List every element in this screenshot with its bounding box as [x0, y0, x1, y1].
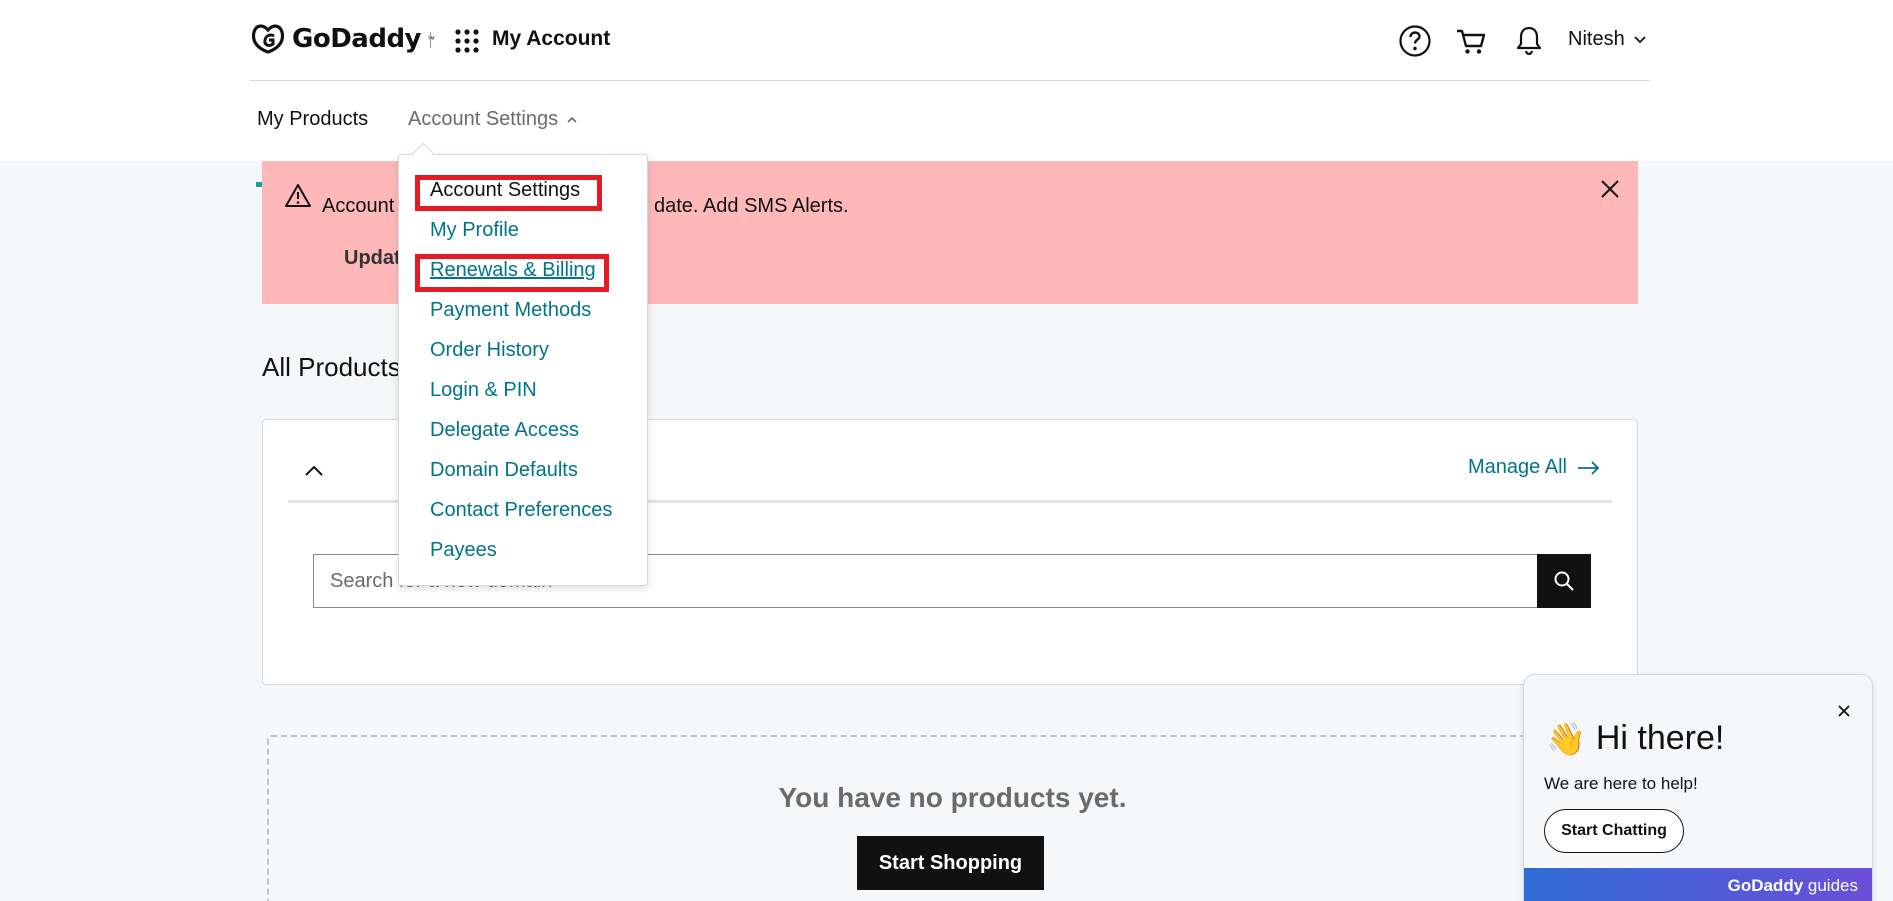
chat-subtitle: We are here to help! — [1544, 774, 1698, 793]
app-title: My Account — [492, 27, 611, 50]
chat-title: Hi there! — [1595, 719, 1725, 757]
help-icon[interactable] — [1398, 24, 1432, 58]
alert-message-start: Account — [322, 195, 395, 217]
menu-item-delegate-access[interactable]: Delegate Access — [430, 419, 579, 442]
menu-item-my-profile[interactable]: My Profile — [430, 219, 519, 242]
chat-footer-brand: GoDaddy guides — [1728, 876, 1858, 896]
alert-update-link[interactable]: Updat — [344, 247, 401, 270]
menu-item-order-history[interactable]: Order History — [430, 339, 549, 362]
tab-account-settings[interactable]: Account Settings — [408, 108, 578, 131]
manage-all-link[interactable]: Manage All — [1468, 456, 1601, 479]
search-button[interactable] — [1537, 554, 1591, 608]
chat-widget: 👋 Hi there! We are here to help! Start C… — [1523, 674, 1873, 901]
start-chatting-button[interactable]: Start Chatting — [1544, 809, 1684, 853]
account-settings-dropdown: Account Settings My Profile Renewals & B… — [398, 142, 648, 586]
menu-item-renewals-billing[interactable]: Renewals & Billing — [430, 259, 596, 282]
search-icon — [1554, 571, 1574, 591]
menu-item-account-settings[interactable]: Account Settings — [430, 179, 580, 202]
alert-message-end: date. Add SMS Alerts. — [654, 195, 849, 217]
collapse-chevron-icon[interactable] — [303, 460, 325, 482]
empty-message: You have no products yet. — [778, 782, 1127, 813]
menu-item-contact-preferences[interactable]: Contact Preferences — [430, 499, 612, 522]
menu-item-login-pin[interactable]: Login & PIN — [430, 379, 537, 402]
tab-my-products[interactable]: My Products — [256, 108, 369, 187]
bell-icon[interactable] — [1512, 23, 1546, 57]
close-icon[interactable] — [1598, 177, 1622, 201]
top-bar: GoDaddy ™ My Account Nitesh — [250, 0, 1650, 81]
chat-footer: GoDaddy guides — [1524, 868, 1872, 901]
manage-all-label: Manage All — [1468, 456, 1567, 478]
cart-icon[interactable] — [1454, 24, 1488, 58]
header-divider — [430, 32, 431, 48]
tab-label: Account Settings — [408, 108, 559, 130]
footer-brand-suffix: guides — [1807, 876, 1858, 895]
close-icon[interactable] — [1836, 703, 1852, 719]
logo-text: GoDaddy — [292, 24, 422, 54]
godaddy-logo[interactable]: GoDaddy ™ — [250, 22, 435, 56]
header: GoDaddy ™ My Account Nitesh My Products … — [0, 0, 1893, 187]
menu-item-payees[interactable]: Payees — [430, 539, 497, 562]
start-shopping-button[interactable]: Start Shopping — [857, 836, 1044, 890]
menu-item-payment-methods[interactable]: Payment Methods — [430, 299, 591, 322]
user-name: Nitesh — [1568, 28, 1625, 50]
apps-grid-icon[interactable] — [454, 28, 480, 54]
empty-state: You have no products yet. Start Shopping — [267, 735, 1638, 901]
user-menu[interactable]: Nitesh — [1568, 28, 1647, 51]
footer-brand-name: GoDaddy — [1727, 876, 1804, 895]
chat-greeting: 👋 Hi there! — [1546, 719, 1724, 758]
waving-hand-icon: 👋 — [1546, 720, 1586, 757]
section-title: All Products — [262, 352, 401, 382]
chevron-up-icon — [567, 116, 577, 123]
warning-icon — [285, 184, 311, 207]
tab-label: My Products — [257, 108, 369, 130]
godaddy-logo-icon — [251, 24, 285, 54]
menu-item-domain-defaults[interactable]: Domain Defaults — [430, 459, 578, 482]
chevron-down-icon — [1634, 35, 1646, 43]
logo-trademark: ™ — [427, 34, 436, 44]
arrow-right-icon — [1577, 460, 1600, 475]
